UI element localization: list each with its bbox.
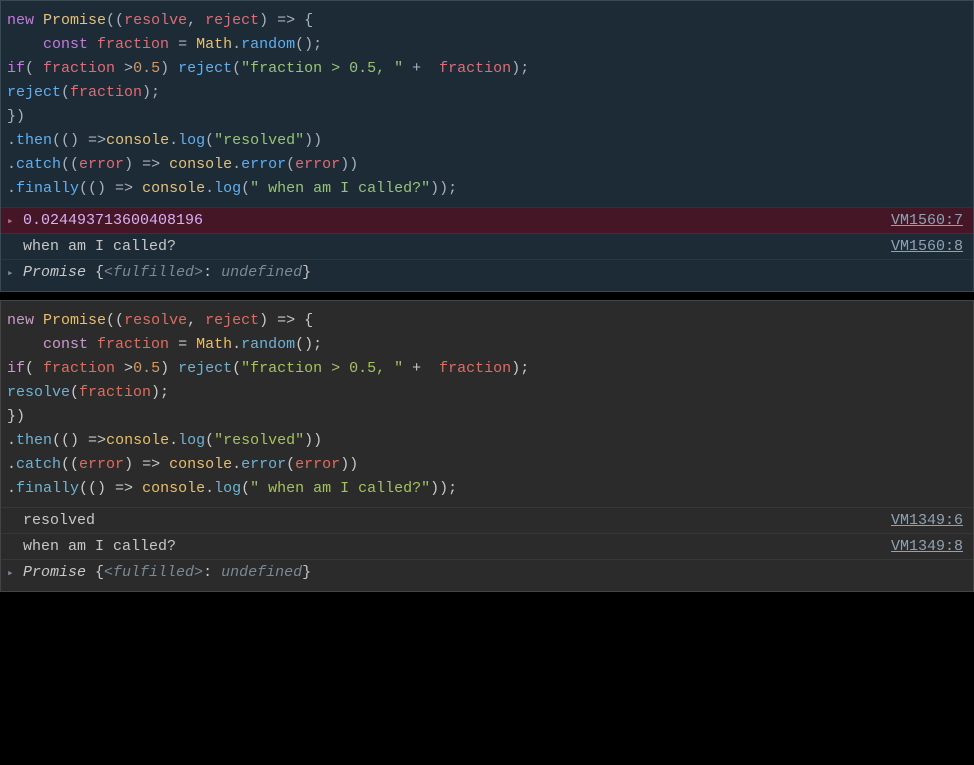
console-error-message: 0.024493713600408196: [23, 212, 203, 229]
source-link[interactable]: VM1349:6: [891, 512, 963, 529]
code-input-1[interactable]: new Promise((resolve, reject) => { const…: [1, 7, 973, 207]
expand-icon[interactable]: ▸: [7, 214, 19, 228]
console-log-row[interactable]: when am I called? VM1349:8: [1, 533, 973, 559]
console-log-row[interactable]: when am I called? VM1560:8: [1, 233, 973, 259]
result-state: <fulfilled>: [104, 264, 203, 281]
source-link[interactable]: VM1349:8: [891, 538, 963, 555]
source-link[interactable]: VM1560:7: [891, 212, 963, 229]
class-name: Promise: [43, 12, 106, 29]
result-state: <fulfilled>: [104, 564, 203, 581]
keyword: new: [7, 12, 34, 29]
result-class: Promise: [23, 264, 86, 281]
console-log-row[interactable]: resolved VM1349:6: [1, 507, 973, 533]
console-log-message: when am I called?: [23, 538, 176, 555]
console-log-message: when am I called?: [23, 238, 176, 255]
console-result-row[interactable]: ▸ Promise {<fulfilled>: undefined}: [1, 259, 973, 285]
console-panel-1: new Promise((resolve, reject) => { const…: [0, 0, 974, 292]
console-result-row[interactable]: ▸ Promise {<fulfilled>: undefined}: [1, 559, 973, 585]
console-panel-2: new Promise((resolve, reject) => { const…: [0, 300, 974, 592]
expand-icon[interactable]: ▸: [7, 266, 19, 280]
code-input-2[interactable]: new Promise((resolve, reject) => { const…: [1, 307, 973, 507]
result-class: Promise: [23, 564, 86, 581]
expand-icon[interactable]: ▸: [7, 566, 19, 580]
source-link[interactable]: VM1560:8: [891, 238, 963, 255]
result-value: undefined: [221, 264, 302, 281]
result-value: undefined: [221, 564, 302, 581]
console-error-row[interactable]: ▸ 0.024493713600408196 VM1560:7: [1, 207, 973, 233]
console-log-message: resolved: [23, 512, 95, 529]
